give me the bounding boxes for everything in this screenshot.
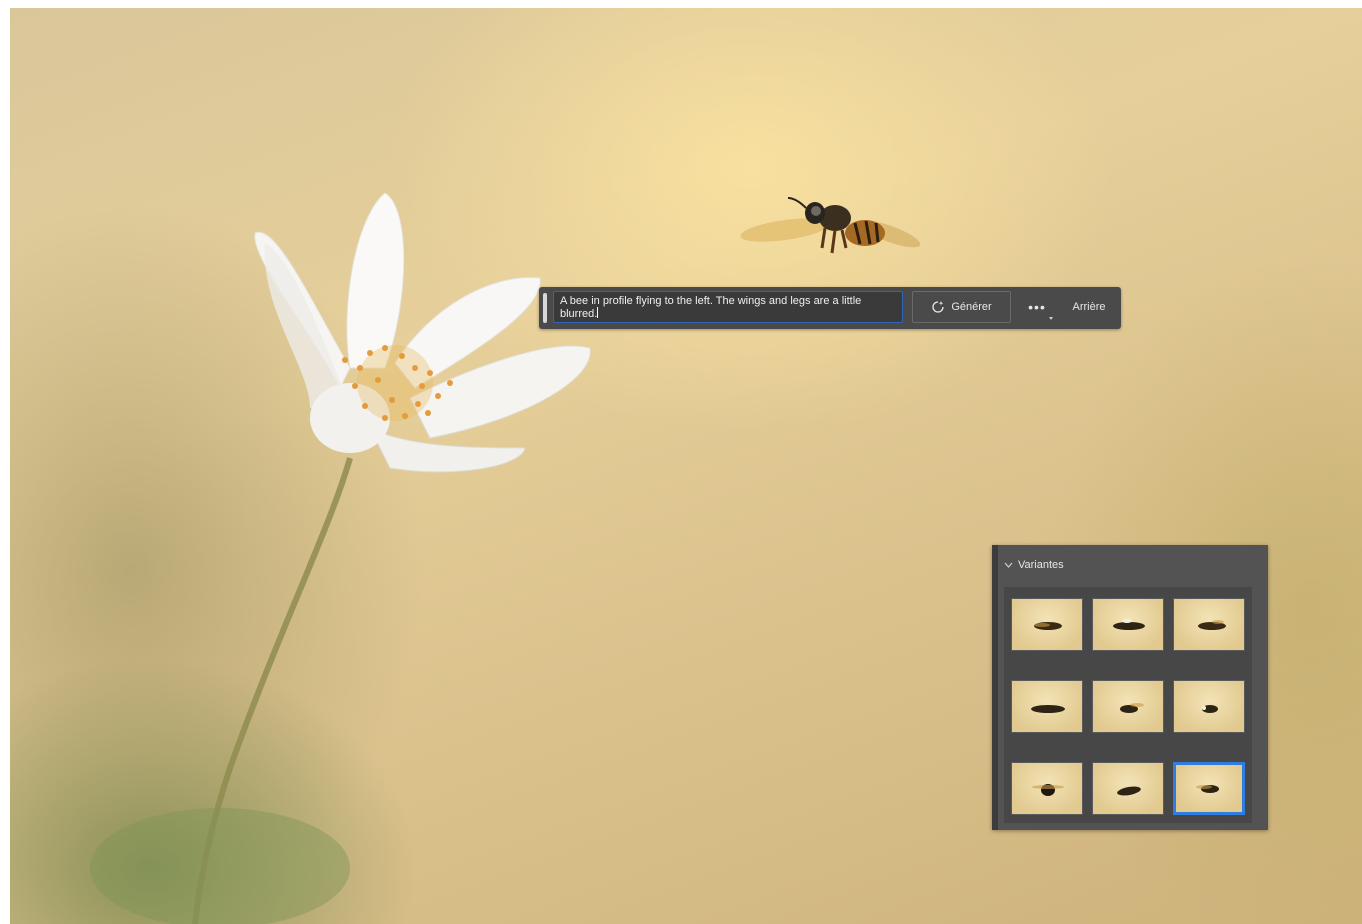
foliage [90,808,350,924]
variant-thumbnail-1[interactable] [1011,598,1083,651]
prompt-input[interactable]: A bee in profile flying to the left. The… [553,291,903,323]
bee [740,197,921,254]
variant-thumbnail-6[interactable] [1173,680,1245,733]
variants-title: Variantes [1018,559,1064,571]
variants-grid [1004,587,1252,823]
generate-label: Générer [951,301,992,313]
variant-thumbnail-9[interactable] [1173,762,1245,815]
variants-panel-header[interactable]: Variantes [1004,559,1064,571]
white-flower [254,192,591,473]
variant-thumbnail-3[interactable] [1173,598,1245,651]
variant-thumbnail-2[interactable] [1092,598,1164,651]
drag-handle[interactable] [543,293,547,323]
variants-panel: Variantes [992,545,1268,830]
chevron-down-icon [1049,317,1053,320]
panel-edge [992,545,998,830]
generate-sparkle-icon [932,301,944,313]
variant-thumbnail-4[interactable] [1011,680,1083,733]
variant-thumbnail-8[interactable] [1092,762,1164,815]
back-button[interactable]: Arrière [1063,291,1115,323]
prompt-text: A bee in profile flying to the left. The… [560,295,862,320]
generate-button[interactable]: Générer [912,291,1011,323]
variant-thumbnail-5[interactable] [1092,680,1164,733]
text-caret [597,307,599,318]
chevron-down-icon [1004,562,1013,568]
generative-prompt-bar: A bee in profile flying to the left. The… [539,287,1121,329]
variant-thumbnail-7[interactable] [1011,762,1083,815]
